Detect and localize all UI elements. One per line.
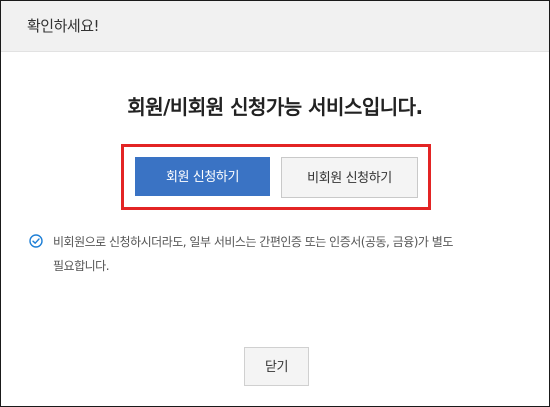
notice-line-2: 필요합니다. [53, 259, 110, 273]
notice-line-1: 비회원으로 신청하시더라도, 일부 서비스는 간편인증 또는 인증서(공동, 금… [53, 235, 453, 249]
confirm-dialog: 확인하세요! 회원/비회원 신청가능 서비스입니다. 회원 신청하기 비회원 신… [0, 0, 550, 407]
nonmember-apply-button[interactable]: 비회원 신청하기 [281, 157, 418, 198]
dialog-title: 확인하세요! [27, 17, 100, 35]
service-headline: 회원/비회원 신청가능 서비스입니다. [127, 95, 423, 119]
member-apply-button[interactable]: 회원 신청하기 [135, 157, 270, 196]
dialog-header: 확인하세요! [1, 1, 549, 52]
notice-text: 비회원으로 신청하시더라도, 일부 서비스는 간편인증 또는 인증서(공동, 금… [53, 230, 503, 278]
close-button[interactable]: 닫기 [244, 347, 309, 386]
check-circle-icon [29, 233, 43, 248]
